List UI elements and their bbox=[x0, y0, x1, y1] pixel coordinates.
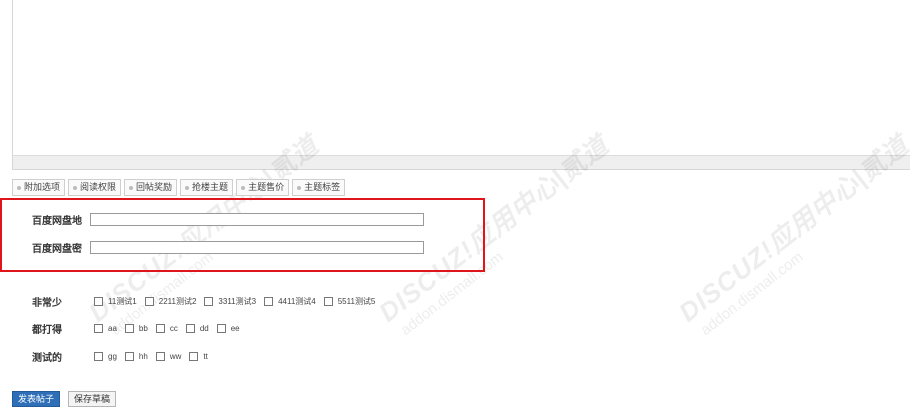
checkbox-option[interactable]: ww bbox=[155, 352, 182, 361]
checkbox[interactable] bbox=[189, 352, 199, 361]
tab-thread-tags[interactable]: 主题标签 bbox=[292, 179, 346, 196]
option-label: ww bbox=[169, 352, 182, 361]
checkbox[interactable] bbox=[124, 324, 134, 333]
option-label: bb bbox=[138, 324, 148, 333]
tab-label: 回帖奖励 bbox=[136, 182, 173, 192]
option-label: tt bbox=[203, 352, 208, 361]
option-label: gg bbox=[108, 352, 117, 361]
checkbox[interactable] bbox=[204, 297, 214, 306]
checkbox[interactable] bbox=[323, 297, 333, 306]
baidu-address-input[interactable] bbox=[90, 213, 424, 226]
option-label: dd bbox=[199, 324, 209, 333]
checkbox-option[interactable]: dd bbox=[185, 324, 209, 333]
option-label: 11测试1 bbox=[108, 297, 137, 306]
tab-rush-floor[interactable]: 抢楼主题 bbox=[180, 179, 234, 196]
checkbox-option[interactable]: cc bbox=[155, 324, 178, 333]
baidu-address-row: 百度网盘地 bbox=[32, 212, 424, 227]
checkbox[interactable] bbox=[185, 324, 195, 333]
option-label: 2211测试2 bbox=[158, 297, 197, 306]
option-label: hh bbox=[138, 352, 148, 361]
checkbox[interactable] bbox=[155, 324, 165, 333]
baidu-password-input[interactable] bbox=[90, 241, 424, 254]
tab-label: 抢楼主题 bbox=[192, 182, 229, 192]
checkbox-option[interactable]: gg bbox=[94, 352, 117, 361]
bullet-icon bbox=[241, 185, 246, 190]
checkbox-group-row: 非常少 11测试1 2211测试2 3311测试3 4411测试4 5511测试… bbox=[32, 294, 383, 309]
checkbox-option[interactable]: ee bbox=[216, 324, 240, 333]
group-label: 测试的 bbox=[32, 353, 62, 364]
extra-options-tabs: 附加选项 阅读权限 回帖奖励 抢楼主题 主题售价 主题标签 bbox=[12, 179, 346, 196]
option-label: 4411测试4 bbox=[278, 297, 316, 306]
option-label: 3311测试3 bbox=[218, 297, 257, 306]
tab-label: 阅读权限 bbox=[80, 182, 117, 192]
checkbox-option[interactable]: 4411测试4 bbox=[264, 296, 316, 307]
checkbox-options: gg hh ww tt bbox=[94, 352, 216, 361]
group-label: 都打得 bbox=[32, 325, 62, 336]
checkbox-option[interactable]: 3311测试3 bbox=[204, 296, 256, 307]
highlight-box bbox=[0, 198, 485, 272]
tab-label: 主题售价 bbox=[248, 182, 285, 192]
checkbox[interactable] bbox=[144, 297, 154, 306]
tab-thread-price[interactable]: 主题售价 bbox=[236, 179, 290, 196]
editor-horizontal-scrollbar[interactable] bbox=[13, 155, 910, 169]
checkbox[interactable] bbox=[124, 352, 134, 361]
checkbox-group-row: 都打得 aa bb cc dd ee bbox=[32, 321, 248, 336]
bullet-icon bbox=[129, 185, 134, 190]
tab-label: 附加选项 bbox=[24, 182, 61, 192]
form-actions: 发表帖子 保存草稿 bbox=[12, 391, 117, 407]
save-draft-button[interactable]: 保存草稿 bbox=[68, 391, 117, 407]
tab-reply-reward[interactable]: 回帖奖励 bbox=[124, 179, 178, 196]
checkbox[interactable] bbox=[264, 297, 274, 306]
bullet-icon bbox=[297, 185, 302, 190]
bullet-icon bbox=[73, 185, 78, 190]
checkbox[interactable] bbox=[216, 324, 226, 333]
baidu-password-row: 百度网盘密 bbox=[32, 240, 424, 255]
checkbox-option[interactable]: tt bbox=[189, 352, 208, 361]
checkbox-option[interactable]: 2211测试2 bbox=[144, 296, 197, 307]
option-label: cc bbox=[169, 324, 178, 333]
tab-label: 主题标签 bbox=[304, 182, 341, 192]
tab-extra-options[interactable]: 附加选项 bbox=[12, 179, 66, 196]
option-label: 5511测试5 bbox=[337, 297, 376, 306]
submit-button[interactable]: 发表帖子 bbox=[12, 391, 61, 407]
editor-content-area[interactable] bbox=[12, 0, 910, 170]
checkbox-options: 11测试1 2211测试2 3311测试3 4411测试4 5511测试5 bbox=[94, 296, 383, 307]
group-label: 非常少 bbox=[32, 298, 62, 309]
checkbox[interactable] bbox=[94, 324, 103, 333]
checkbox-options: aa bb cc dd ee bbox=[94, 324, 248, 333]
checkbox-group-row: 测试的 gg hh ww tt bbox=[32, 349, 216, 364]
checkbox-option[interactable]: hh bbox=[124, 352, 148, 361]
option-label: aa bbox=[108, 324, 117, 333]
bullet-icon bbox=[17, 185, 21, 190]
option-label: ee bbox=[230, 324, 240, 333]
checkbox[interactable] bbox=[94, 297, 103, 306]
checkbox[interactable] bbox=[94, 352, 103, 361]
tab-read-permission[interactable]: 阅读权限 bbox=[68, 179, 122, 196]
checkbox-option[interactable]: bb bbox=[124, 324, 148, 333]
checkbox-option[interactable]: 5511测试5 bbox=[323, 296, 376, 307]
checkbox[interactable] bbox=[155, 352, 165, 361]
checkbox-option[interactable]: aa bbox=[94, 324, 117, 333]
baidu-address-label: 百度网盘地 bbox=[32, 216, 82, 227]
checkbox-option[interactable]: 11测试1 bbox=[94, 296, 137, 307]
baidu-password-label: 百度网盘密 bbox=[32, 244, 82, 255]
bullet-icon bbox=[185, 185, 190, 190]
